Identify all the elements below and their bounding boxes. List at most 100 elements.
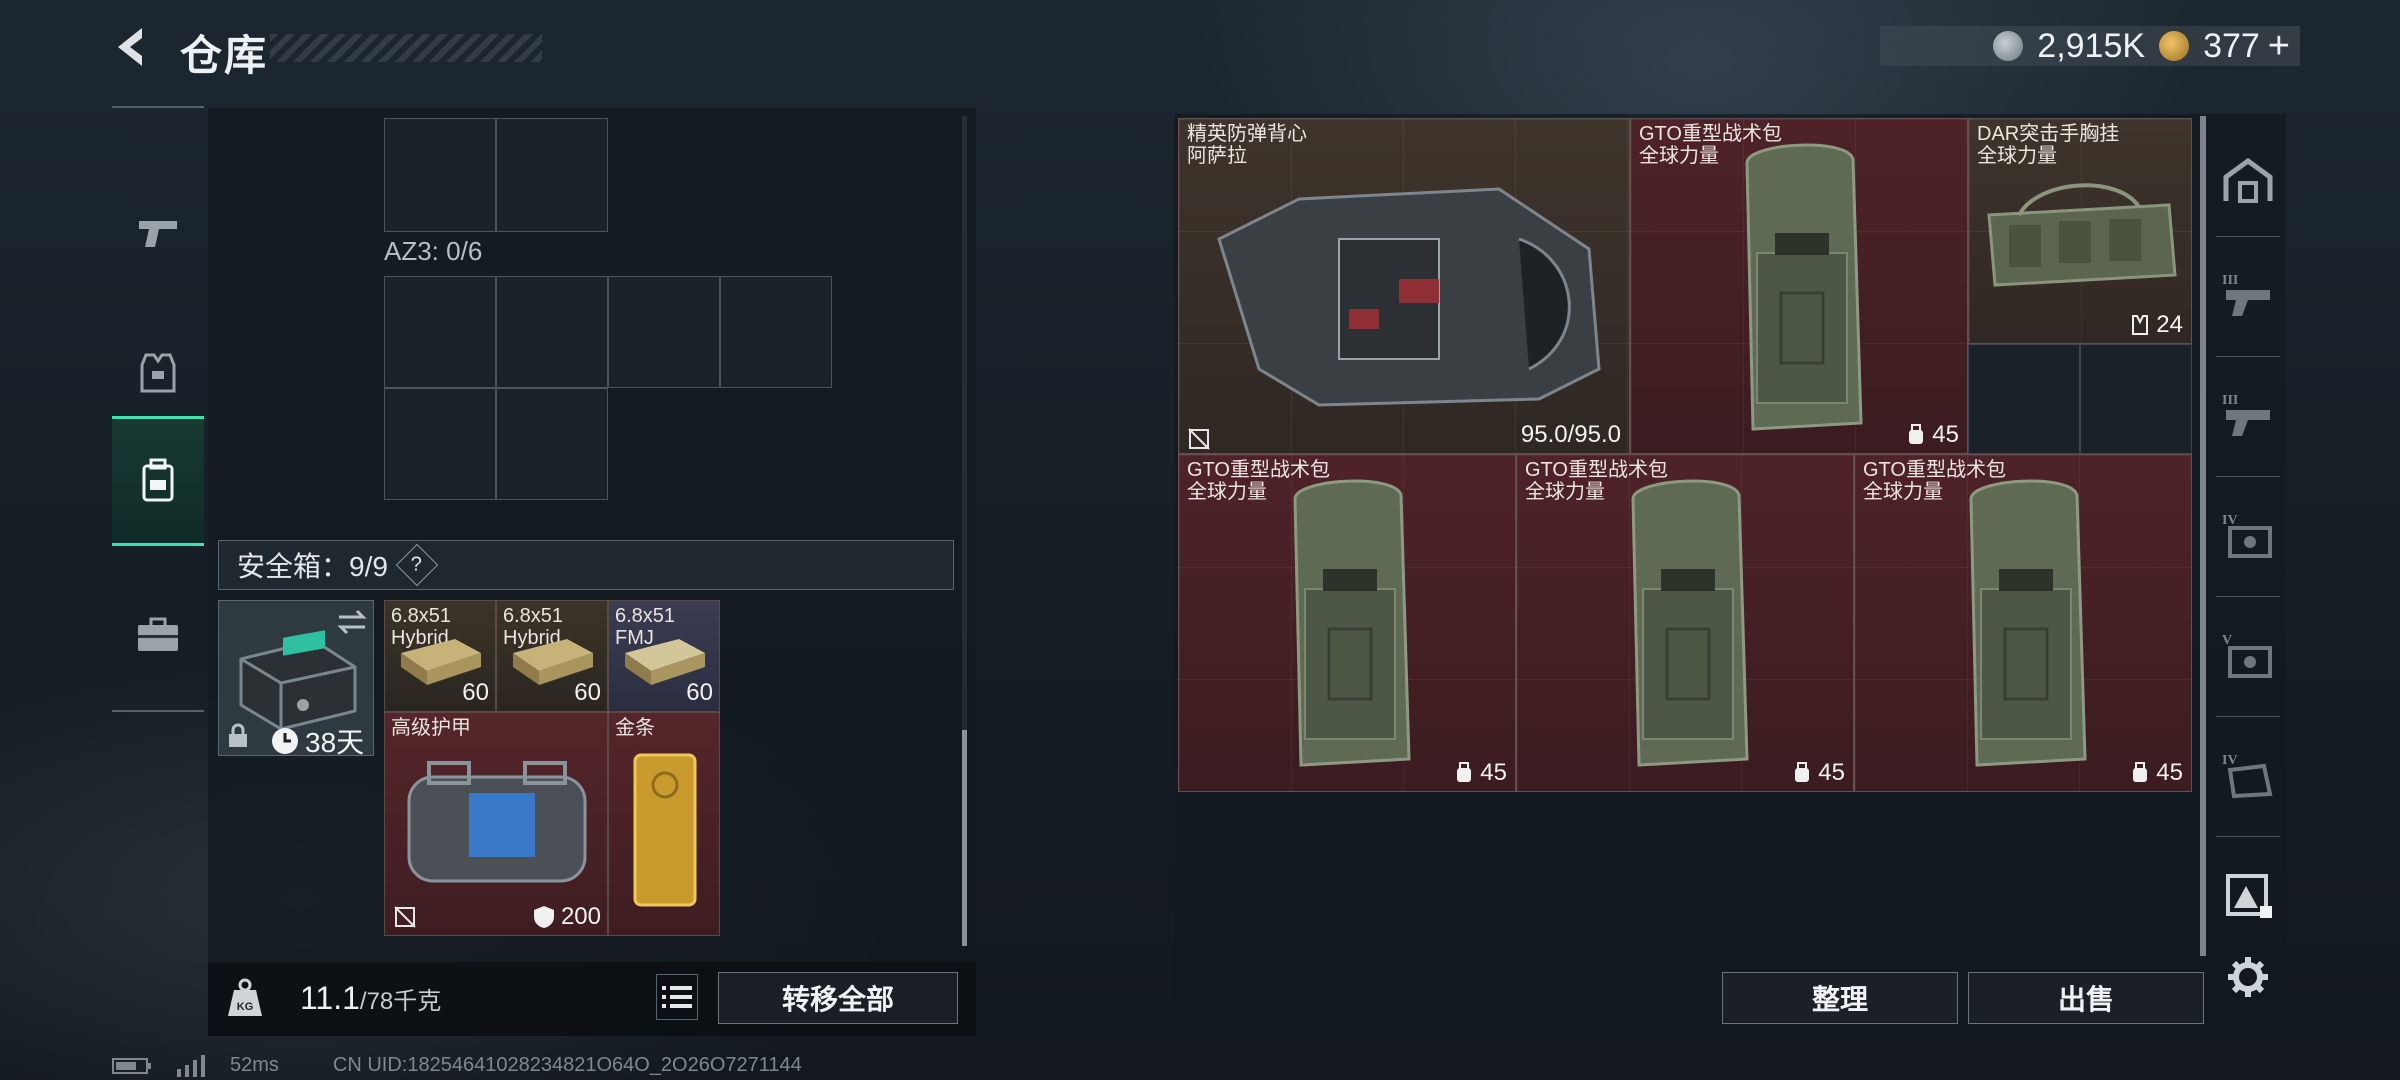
warehouse-item-slot[interactable]: GTO重型战术包 全球力量 45 [1516,454,1854,792]
shield-icon [533,906,554,928]
safe-box-icon: V [2222,633,2272,678]
tier-label: V [2222,633,2232,648]
backpack-icon [1969,479,2087,767]
az3-cell[interactable] [496,276,608,388]
warehouse-tab-3[interactable]: IV [2218,500,2278,570]
settings-button[interactable] [2218,942,2278,1012]
az3-cell[interactable] [720,276,832,388]
item-name: 高级护甲 [391,717,471,739]
gold-bar-icon [633,753,697,907]
az3-container-label: AZ3: 0/6 [384,236,483,266]
capacity-icon [1909,424,1924,444]
item-name: 金条 [615,717,655,739]
safe-box-icon: IV [2222,513,2272,558]
az3-cell[interactable] [608,276,720,388]
grid-cell[interactable] [384,118,496,232]
item-name: 精英防弹背心 [1187,123,1307,145]
ammo-item-slot[interactable]: 6.8x51 Hybrid 60 [384,600,496,712]
currency-value-2: 377 [2203,26,2260,65]
item-durability: 95.0/95.0 [1521,421,1621,449]
help-icon: ? [411,553,423,576]
warehouse-item-slot[interactable]: 精英防弹背心 阿萨拉 95.0/95.0 [1178,118,1630,454]
backpack-icon [1631,479,1749,767]
item-capacity: 24 [2130,311,2183,339]
warehouse-item-slot[interactable]: GTO重型战术包 全球力量 45 [1630,118,1968,454]
grid-cell[interactable] [496,118,608,232]
backpack-icon [142,458,174,502]
hazard-crate-icon [2226,874,2272,918]
nav-weapons[interactable] [112,168,204,298]
warehouse-tab-2[interactable]: III [2218,380,2278,450]
warehouse-item-slot[interactable]: GTO重型战术包 全球力量 45 [1854,454,2192,792]
nav-supplies[interactable] [112,570,204,700]
nav-backpack[interactable] [112,416,204,546]
capacity-value: 45 [1480,759,1507,786]
warehouse-item-slot[interactable]: DAR突击手胸挂 全球力量 24 [1968,118,2192,344]
item-subtitle: 全球力量 [1977,145,2057,167]
add-currency-button[interactable]: + [2268,25,2290,68]
az3-cell[interactable] [384,276,496,388]
battery-icon [112,1057,151,1074]
left-scrollbar-thumb[interactable] [962,730,967,946]
body-armor-icon [1217,187,1601,407]
ammo-item-slot[interactable]: 6.8x51 FMJ 60 [608,600,720,712]
item-durability: 200 [533,903,601,931]
sell-button[interactable]: 出售 [1968,972,2204,1024]
category-nav [112,106,204,712]
az3-cell[interactable] [384,388,496,500]
item-capacity: 45 [1454,759,1507,787]
gear-icon [2228,957,2268,997]
ammo-item-slot[interactable]: 6.8x51 Hybrid 60 [496,600,608,712]
weight-current: 11.1 [300,980,360,1016]
briefcase-icon [138,617,178,651]
warehouse-tab-home[interactable] [2218,146,2278,216]
weight-max: /78千克 [359,988,442,1015]
warehouse-tab-4[interactable]: V [2218,620,2278,690]
item-capacity: 45 [1906,421,1959,449]
case-timer: 38天 [271,721,364,761]
ping-text: 52ms [230,1054,279,1076]
back-button[interactable] [108,22,158,72]
no-insure-icon [394,906,416,928]
warehouse-scrollbar[interactable] [2200,116,2206,956]
sort-button[interactable]: 整理 [1722,972,1958,1024]
capacity-icon [1457,762,1472,782]
warehouse-tab-1[interactable]: III [2218,260,2278,330]
item-name-block: 精英防弹背心 阿萨拉 [1187,123,1307,167]
safebox-help-button[interactable]: ? [395,543,439,587]
backpack-icon [1293,479,1411,767]
empty-cell[interactable] [2080,344,2192,454]
gold-bar-item-slot[interactable]: 金条 [608,712,720,936]
case-timer-text: 38天 [305,727,365,758]
list-view-button[interactable] [656,974,698,1020]
safe-case-slot[interactable]: 38天 [218,600,374,758]
empty-cell[interactable] [1968,344,2080,454]
durability-value: 95.0/95.0 [1520,421,1621,448]
capacity-icon [2133,762,2148,782]
weight-icon: KG [228,978,262,1016]
list-icon [662,986,692,1008]
back-arrow-icon [118,28,142,66]
az3-cell[interactable] [496,388,608,500]
page-title: 仓库 [180,32,269,79]
tier-label: III [2222,393,2238,408]
status-bar: 52ms CN UID:18254641028234821O64O_2O26O7… [112,1054,802,1077]
warehouse-tab-5[interactable]: IV [2218,740,2278,810]
item-count: 60 [462,679,489,706]
armor-icon [140,353,176,393]
capacity-value: 45 [2156,759,2183,786]
item-count: 60 [686,679,713,706]
safebox-label: 安全箱：9/9 [237,551,388,582]
armor-bag-icon [407,761,587,883]
item-capacity: 45 [2130,759,2183,787]
crate-icon: IV [2222,753,2273,799]
item-subtitle: 阿萨拉 [1187,145,1247,167]
armor-item-slot[interactable]: 高级护甲 200 [384,712,608,936]
coin-icon [1993,31,2024,61]
capacity-icon [1795,762,1810,782]
warehouse-tab-expand[interactable] [2218,860,2278,930]
transfer-all-button[interactable]: 转移全部 [718,972,958,1024]
item-name: DAR突击手胸挂 [1977,123,2120,145]
warehouse-item-slot[interactable]: GTO重型战术包 全球力量 45 [1178,454,1516,792]
swap-icon[interactable] [335,609,369,635]
